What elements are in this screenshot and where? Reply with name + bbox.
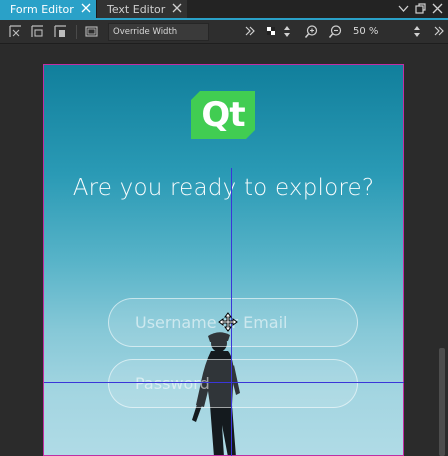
double-chevron-right-icon[interactable] — [244, 25, 256, 37]
close-icon[interactable] — [80, 2, 92, 14]
close-icon[interactable] — [431, 2, 444, 15]
username-placeholder: Username or Email — [135, 313, 288, 332]
chevron-down-icon[interactable] — [397, 2, 410, 15]
snap-position-icon[interactable] — [53, 24, 68, 39]
zoom-in-icon[interactable] — [304, 24, 319, 39]
horizontal-guide — [44, 382, 404, 383]
snap-anchors-icon[interactable] — [30, 24, 45, 39]
zoom-out-icon[interactable] — [328, 24, 343, 39]
password-field[interactable]: Password — [108, 359, 358, 408]
editor-tabbar: Form Editor Text Editor — [0, 0, 448, 20]
login-form-preview[interactable]: Qt Are you ready to explore? Username or… — [43, 64, 404, 456]
double-chevron-right-icon[interactable] — [433, 25, 445, 37]
tab-form-editor[interactable]: Form Editor — [0, 0, 96, 18]
scrollbar-thumb[interactable] — [439, 348, 445, 456]
tab-text-editor-label: Text Editor — [107, 2, 166, 16]
qt-logo-text: Qt — [201, 95, 245, 135]
close-icon[interactable] — [171, 2, 183, 14]
tab-text-editor[interactable]: Text Editor — [97, 0, 187, 18]
toolbar-divider — [76, 25, 77, 39]
detach-icon[interactable] — [414, 2, 427, 15]
form-editor-toolbar: Override Width 50 % — [0, 20, 448, 44]
tab-form-editor-label: Form Editor — [10, 2, 74, 16]
select-area-icon[interactable] — [84, 24, 99, 39]
welcome-headline: Are you ready to explore? — [72, 175, 375, 201]
zoom-level[interactable]: 50 % — [353, 24, 378, 40]
background-color-icon[interactable] — [265, 25, 277, 37]
move-cursor-icon — [218, 312, 238, 332]
password-placeholder: Password — [135, 374, 210, 393]
tabbar-controls — [397, 2, 444, 15]
resize-mode-combobox[interactable]: Override Width — [108, 23, 209, 41]
updown-icon[interactable] — [412, 24, 422, 39]
vertical-scrollbar[interactable] — [436, 45, 448, 456]
updown-icon[interactable] — [282, 24, 292, 39]
snap-margins-icon[interactable] — [8, 24, 23, 39]
